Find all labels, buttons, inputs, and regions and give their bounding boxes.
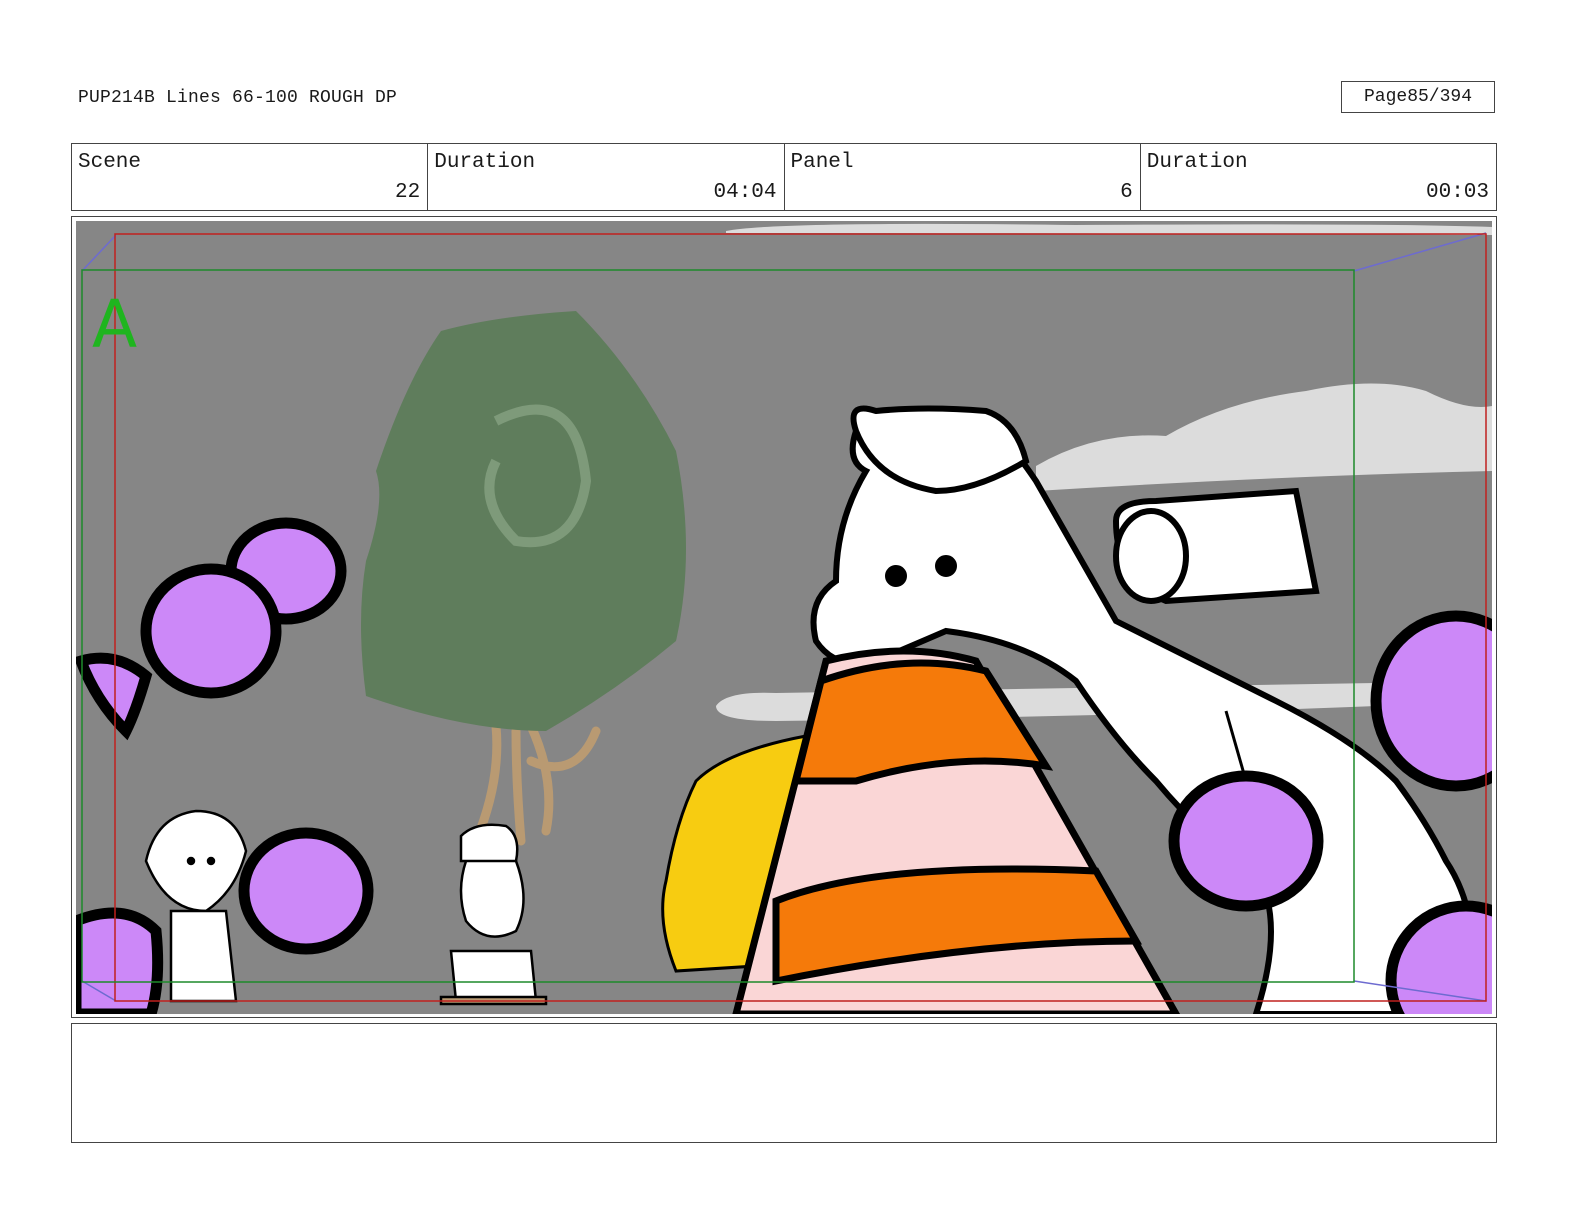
pup-helmet [459, 823, 519, 863]
panel-duration-value: 00:03 [1425, 181, 1489, 204]
page-label: Page [1363, 87, 1408, 107]
scene-duration-label: Duration [434, 151, 536, 174]
field-marker-label: A [92, 286, 137, 363]
storyboard-panel-image: A [76, 221, 1492, 1014]
balloon [1370, 610, 1492, 792]
panel-label: Panel [790, 151, 854, 174]
pup-body [449, 949, 538, 1003]
balloon [140, 563, 282, 699]
pup-body [169, 909, 238, 1003]
pup-eye [206, 856, 216, 866]
panel-notes-box [71, 1023, 1497, 1143]
camera-lens [1113, 508, 1189, 604]
scene-duration-value: 04:04 [713, 181, 777, 204]
scene-cell: Scene 22 [72, 144, 429, 210]
scene-duration-cell: Duration 04:04 [428, 144, 785, 210]
pup-eye [186, 856, 196, 866]
balloon [238, 827, 374, 955]
document-title: PUP214B Lines 66-100 ROUGH DP [78, 88, 398, 108]
page-indicator: Page 85/394 [1341, 81, 1495, 113]
character-eye [885, 565, 907, 587]
scene-label: Scene [78, 151, 142, 174]
panel-drawing: A [76, 221, 1492, 1014]
character-eye [935, 555, 957, 577]
scene-number: 22 [395, 181, 421, 204]
pup-head [459, 851, 525, 938]
balloon [76, 907, 164, 1014]
panel-number: 6 [1120, 181, 1133, 204]
panel-cell: Panel 6 [785, 144, 1141, 210]
panel-duration-cell: Duration 00:03 [1141, 144, 1496, 210]
balloon [1168, 770, 1324, 912]
page-number: 85/394 [1407, 87, 1473, 107]
panel-info-row: Scene 22 Duration 04:04 Panel 6 Duration… [71, 143, 1497, 211]
panel-duration-label: Duration [1146, 151, 1248, 174]
